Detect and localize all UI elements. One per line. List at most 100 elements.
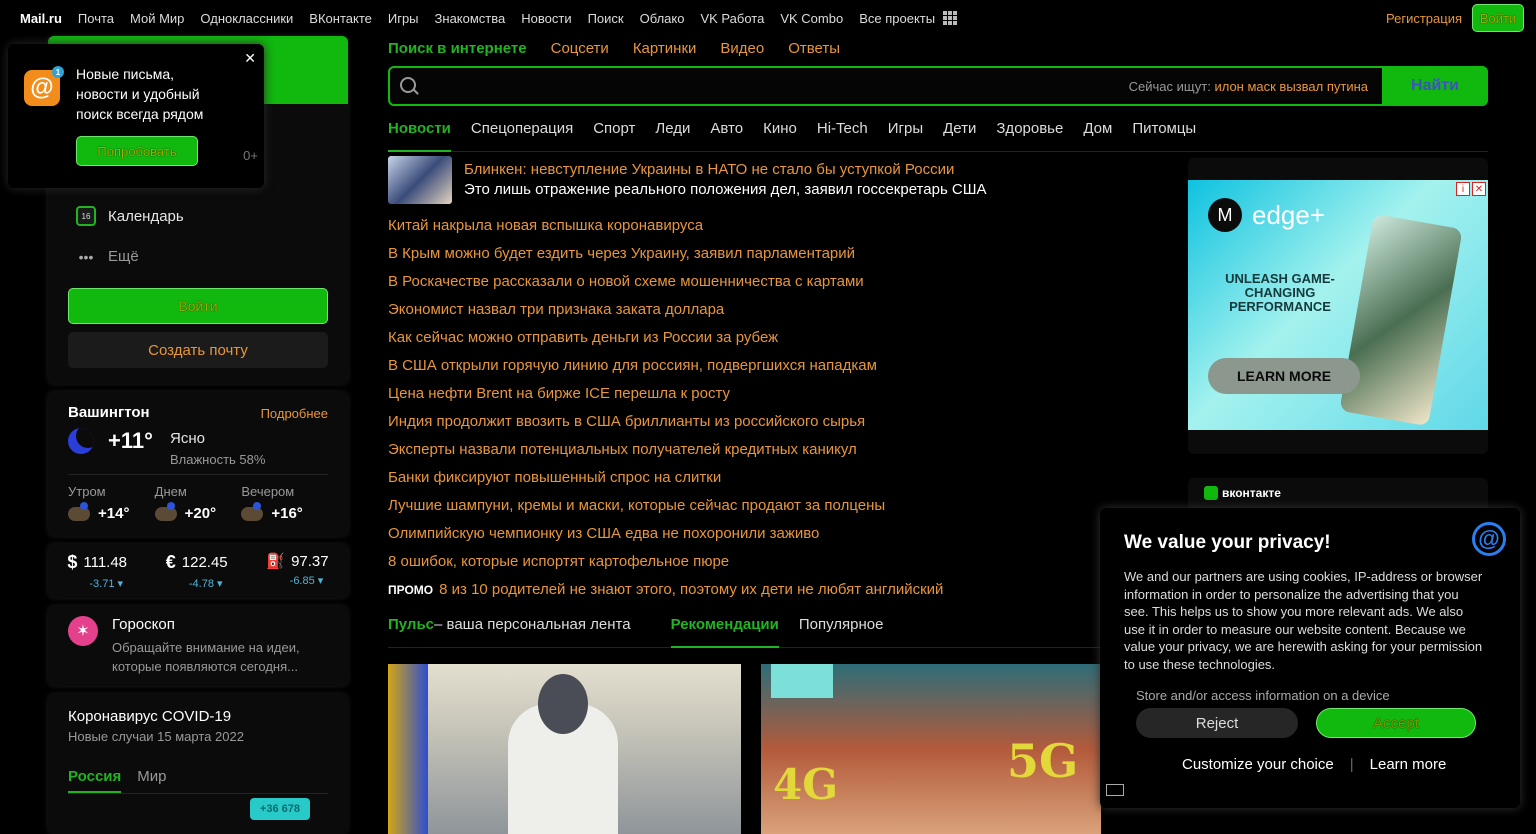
popup-count: 0+ [243,148,258,163]
news-item[interactable]: Цена нефти Brent на бирже ICE перешла к … [388,380,1168,408]
more-link[interactable]: ••• Ещё [76,248,139,265]
ad-learn-more-button[interactable]: LEARN MORE [1208,358,1360,394]
nav-link-cloud[interactable]: Облако [640,11,685,26]
nav-link-my-world[interactable]: Мой Мир [130,11,184,26]
weather-condition: Ясно [170,430,205,447]
pulse-link[interactable]: Пульс [388,616,434,647]
login-button-top[interactable]: Войти [1472,4,1524,32]
calendar-link[interactable]: 16 Календарь [76,206,184,226]
image-text-5g: 5G [1007,734,1079,788]
learn-more-link[interactable]: Learn more [1370,756,1447,773]
privacy-consent-dialog: We value your privacy! @ We and our part… [1100,508,1520,808]
category-special-op[interactable]: Спецоперация [471,120,573,151]
weather-divider [68,474,328,475]
news-item[interactable]: Эксперты назвали потенциальных получател… [388,436,1168,464]
category-kino[interactable]: Кино [763,120,797,151]
nav-link-vk-combo[interactable]: VK Combo [780,11,843,26]
news-item[interactable]: Олимпийскую чемпионку из США едва не пох… [388,520,1168,548]
weather-more-link[interactable]: Подробнее [261,406,328,421]
horoscope-widget[interactable]: ✶ Гороскоп Обращайте внимание на идеи, к… [48,606,348,686]
currency-rates[interactable]: $111.48 -3.71 ▾ €122.45 -4.78 ▾ ⛽ 97.37 -… [48,544,348,598]
news-item[interactable]: Лучшие шампуни, кремы и маски, которые с… [388,492,1168,520]
news-item[interactable]: Индия продолжит ввозить в США бриллианты… [388,408,1168,436]
ad-banner[interactable]: Medge+ UNLEASH GAME-CHANGING PERFORMANCE… [1188,180,1488,430]
news-item[interactable]: Экономист назвал три признака заката дол… [388,296,1168,324]
find-button[interactable]: Найти [1382,66,1488,106]
search-tab-answers[interactable]: Ответы [788,40,840,57]
nav-link-odnoklassniki[interactable]: Одноклассники [200,11,293,26]
category-games[interactable]: Игры [888,120,923,151]
privacy-store-info: Store and/or access information on a dev… [1136,688,1390,700]
search-hint-query[interactable]: илон маск вызвал путина [1214,79,1368,94]
feed-card-image-2[interactable]: 4G 5G [761,664,1101,834]
category-pets[interactable]: Питомцы [1132,120,1196,151]
search-tab-web[interactable]: Поиск в интернете [388,40,527,57]
search-tab-images[interactable]: Картинки [633,40,697,57]
nav-link-search[interactable]: Поиск [588,11,624,26]
tab-popular[interactable]: Популярное [799,616,884,647]
search-icon [400,77,416,93]
search-tab-video[interactable]: Видео [720,40,764,57]
category-home[interactable]: Дом [1083,120,1112,151]
category-sport[interactable]: Спорт [593,120,635,151]
horoscope-text: Обращайте внимание на идеи, которые появ… [112,640,300,674]
login-button[interactable]: Войти [68,288,328,324]
category-hitech[interactable]: Hi-Tech [817,120,868,151]
nav-link-games[interactable]: Игры [388,11,419,26]
accept-button[interactable]: Accept [1316,708,1476,738]
forecast-temp: +16° [271,505,303,522]
category-auto[interactable]: Авто [710,120,743,151]
nav-link-mail[interactable]: Почта [78,11,114,26]
top-news-title[interactable]: Блинкен: невступление Украины в НАТО не … [464,161,954,178]
category-lady[interactable]: Леди [655,120,690,151]
promo-news-item[interactable]: ПРОМО 8 из 10 родителей не знают этого, п… [388,576,1168,604]
euro-icon: € [165,552,176,572]
category-health[interactable]: Здоровье [996,120,1063,151]
news-item[interactable]: В Крым можно будет ездить через Украину,… [388,240,1168,268]
search-tab-social[interactable]: Соцсети [551,40,609,57]
nav-link-vk-work[interactable]: VK Работа [700,11,764,26]
feed-card-image-1[interactable] [388,664,741,834]
popup-text: Новые письма, новости и удобный поиск вс… [76,66,204,122]
main-content: Поиск в интернете Соцсети Картинки Видео… [388,36,1488,834]
rate-oil: ⛽ 97.37 -6.85 ▾ [266,552,328,598]
nav-link-all-projects[interactable]: Все проекты [859,11,935,26]
mailru-logo-link[interactable]: Mail.ru [20,11,62,26]
category-kids[interactable]: Дети [943,120,976,151]
rate-value: 97.37 [291,552,329,570]
search-input[interactable] [424,68,1124,104]
news-item[interactable]: 8 ошибок, которые испортят картофельное … [388,548,1168,576]
covid-tab-world[interactable]: Мир [137,768,166,793]
news-item[interactable]: В США открыли горячую линию для россиян,… [388,352,1168,380]
category-news[interactable]: Новости [388,120,451,152]
top-news-item[interactable]: Блинкен: невступление Украины в НАТО не … [388,156,1168,204]
register-link[interactable]: Регистрация [1386,11,1462,26]
ad-close-icon[interactable]: ✕ [1472,182,1486,196]
news-item[interactable]: Банки фиксируют повышенный спрос на слит… [388,464,1168,492]
vk-label: вконтакте [1204,486,1281,500]
tab-recommendations[interactable]: Рекомендации [670,616,779,648]
create-mail-button[interactable]: Создать почту [68,332,328,368]
nav-link-vkontakte[interactable]: ВКонтакте [309,11,372,26]
flag-shape [388,664,428,834]
apps-grid-icon[interactable] [943,11,958,25]
person-head-shape [538,674,588,734]
close-icon[interactable]: ✕ [244,50,256,67]
reject-button[interactable]: Reject [1136,708,1298,738]
news-item[interactable]: Как сейчас можно отправить деньги из Рос… [388,324,1168,352]
nav-link-dating[interactable]: Знакомства [435,11,506,26]
try-button[interactable]: Попробовать [76,136,198,166]
customize-choice-link[interactable]: Customize your choice [1182,756,1334,773]
vk-text: вконтакте [1222,486,1281,500]
covid-tab-russia[interactable]: Россия [68,768,122,793]
news-item[interactable]: В Роскачестве рассказали о новой схеме м… [388,268,1168,296]
mail-promo-popup: @1 Новые письма, новости и удобный поиск… [8,44,264,188]
weather-now: +11° [68,428,153,454]
motorola-logo-icon: M [1208,198,1242,232]
ad-info-icon[interactable]: i [1456,182,1470,196]
nav-link-news[interactable]: Новости [521,11,571,26]
ad-controls: i ✕ [1456,182,1486,196]
horoscope-title: Гороскоп [112,616,175,633]
news-item[interactable]: Китай накрыла новая вспышка коронавируса [388,212,1168,240]
covid-subtitle: Новые случаи 15 марта 2022 [68,729,244,744]
